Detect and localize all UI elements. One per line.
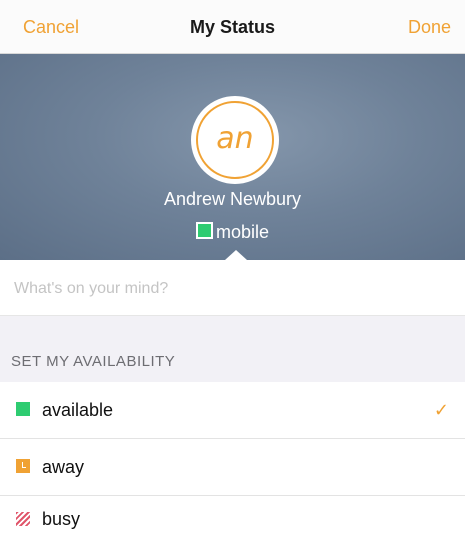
avatar-initials: an xyxy=(196,101,274,179)
avatar[interactable]: an xyxy=(191,96,279,184)
mind-row xyxy=(0,260,465,316)
user-name: Andrew Newbury xyxy=(163,189,302,209)
done-button[interactable]: Done xyxy=(408,16,451,38)
away-clock-icon xyxy=(16,459,30,473)
availability-label: away xyxy=(42,457,85,477)
availability-option-away[interactable]: away xyxy=(0,439,465,496)
current-status-label: mobile xyxy=(215,222,270,242)
busy-striped-icon xyxy=(16,512,30,526)
available-square-icon xyxy=(16,402,30,416)
profile-header: an Andrew Newbury mobile xyxy=(0,54,465,260)
checkmark-icon: ✓ xyxy=(433,400,449,420)
availability-option-busy[interactable]: busy xyxy=(0,496,465,534)
my-status-screen: Cancel My Status Done an Andrew Newbury … xyxy=(0,0,465,534)
availability-label: available xyxy=(42,400,114,420)
status-indicator-icon xyxy=(195,222,213,239)
availability-option-available[interactable]: available ✓ xyxy=(0,382,465,439)
current-status: mobile xyxy=(0,221,465,243)
section-title: SET MY AVAILABILITY xyxy=(11,353,176,370)
header-notch xyxy=(225,250,247,260)
whats-on-your-mind-input[interactable] xyxy=(12,274,456,304)
page-title: My Status xyxy=(189,17,276,37)
availability-section-header: SET MY AVAILABILITY xyxy=(0,316,465,382)
navigation-bar: Cancel My Status Done xyxy=(0,0,465,54)
availability-label: busy xyxy=(42,509,81,529)
